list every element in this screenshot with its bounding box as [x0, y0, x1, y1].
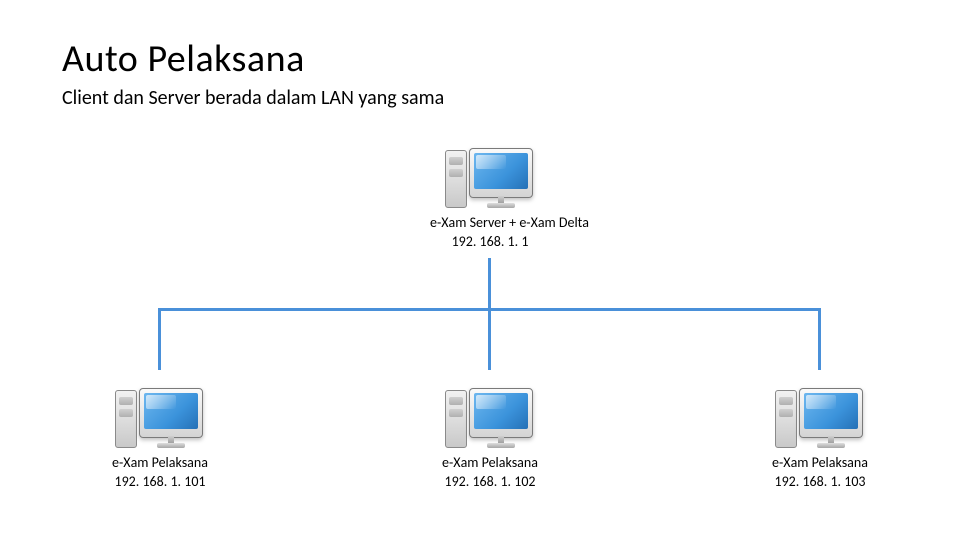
connector-line	[158, 308, 161, 370]
client-label: e-Xam Pelaksana 192. 168. 1. 101	[100, 454, 220, 492]
page-title: Auto Pelaksana	[62, 36, 305, 82]
client-node: e-Xam Pelaksana 192. 168. 1. 101	[100, 370, 220, 492]
client-name: e-Xam Pelaksana	[772, 454, 868, 471]
computer-icon	[445, 370, 535, 448]
client-ip: 192. 168. 1. 101	[114, 473, 205, 490]
connector-line	[488, 258, 491, 310]
computer-icon	[115, 370, 205, 448]
server-label: e-Xam Server + e-Xam Delta 192. 168. 1. …	[430, 214, 550, 252]
computer-icon	[445, 130, 535, 208]
server-node: e-Xam Server + e-Xam Delta 192. 168. 1. …	[430, 130, 550, 252]
server-ip: 192. 168. 1. 1	[452, 233, 529, 250]
server-name: e-Xam Server + e-Xam Delta	[430, 214, 589, 231]
client-name: e-Xam Pelaksana	[112, 454, 208, 471]
client-ip: 192. 168. 1. 103	[774, 473, 865, 490]
client-node: e-Xam Pelaksana 192. 168. 1. 102	[430, 370, 550, 492]
connector-line	[488, 308, 491, 370]
client-name: e-Xam Pelaksana	[442, 454, 538, 471]
client-label: e-Xam Pelaksana 192. 168. 1. 103	[760, 454, 880, 492]
client-label: e-Xam Pelaksana 192. 168. 1. 102	[430, 454, 550, 492]
page-subtitle: Client dan Server berada dalam LAN yang …	[62, 86, 444, 110]
client-node: e-Xam Pelaksana 192. 168. 1. 103	[760, 370, 880, 492]
connector-line	[818, 308, 821, 370]
client-ip: 192. 168. 1. 102	[444, 473, 535, 490]
computer-icon	[775, 370, 865, 448]
